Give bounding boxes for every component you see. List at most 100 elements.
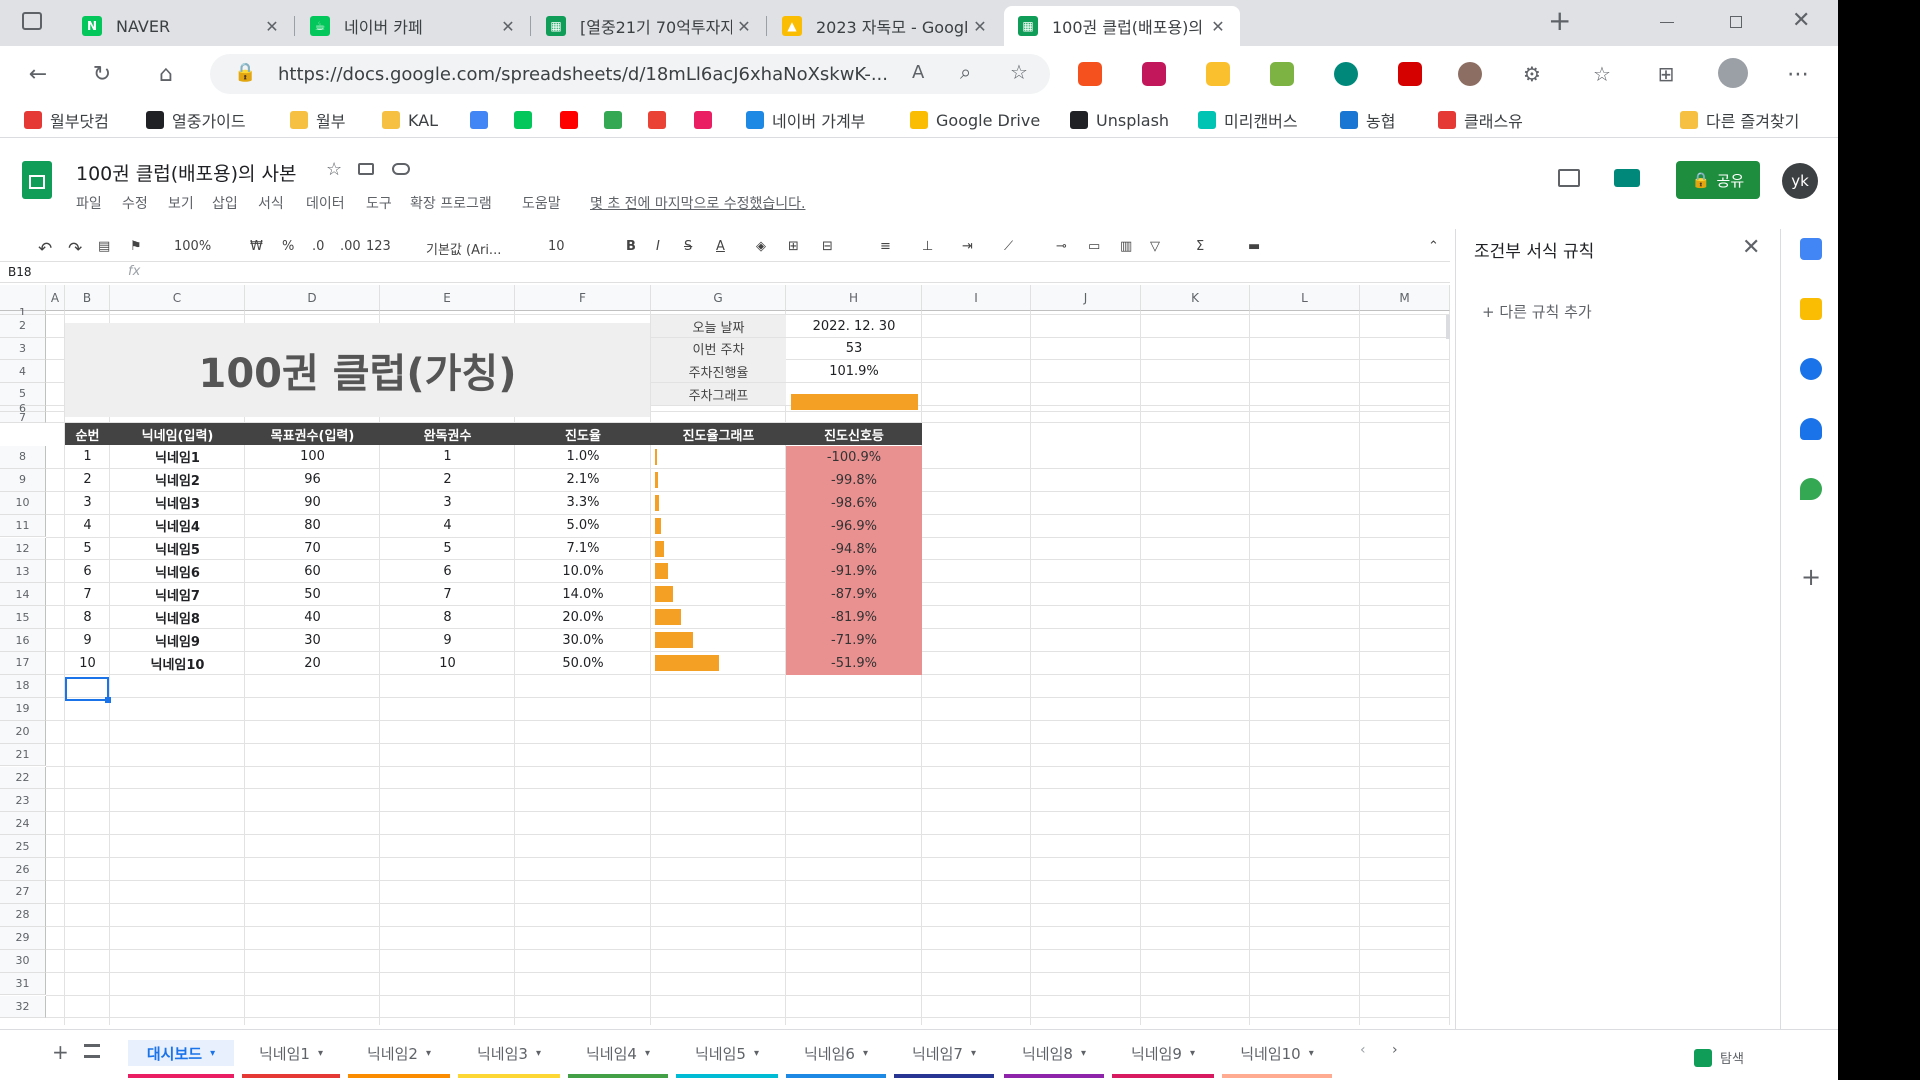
row-header[interactable]: 2 (0, 315, 46, 338)
signal-cell[interactable]: -100.9% (786, 445, 922, 469)
close-icon[interactable]: ✕ (1742, 235, 1760, 260)
tab-dropdown-icon[interactable]: ▾ (210, 1048, 215, 1059)
table-cell[interactable]: 14.0% (515, 583, 651, 605)
table-cell[interactable]: 20.0% (515, 606, 651, 628)
tab-close-icon[interactable]: ✕ (1206, 17, 1230, 36)
signal-cell[interactable]: -96.9% (786, 514, 922, 538)
table-cell[interactable]: 10 (380, 652, 515, 674)
column-header[interactable]: A (46, 285, 65, 311)
back-icon[interactable]: ← (22, 58, 54, 90)
signal-cell[interactable]: -94.8% (786, 537, 922, 561)
explore-button[interactable]: 탐색 (1694, 1048, 1744, 1067)
sheet-tab[interactable]: 닉네임10 ▾ (1222, 1040, 1332, 1078)
table-cell[interactable]: 3 (65, 492, 110, 514)
table-cell[interactable]: 10 (65, 652, 110, 674)
table-cell[interactable]: 90 (245, 492, 380, 514)
tab-dropdown-icon[interactable]: ▾ (1081, 1048, 1086, 1059)
align-icon[interactable]: ≡ (880, 239, 891, 254)
number-format[interactable]: 123 (366, 239, 391, 254)
valign-icon[interactable]: ⊥ (922, 239, 933, 254)
table-cell[interactable]: 닉네임3 (110, 492, 245, 514)
account-avatar[interactable]: yk (1782, 163, 1818, 199)
table-cell[interactable]: 8 (65, 606, 110, 628)
zoom-icon[interactable]: ⌕ (960, 60, 971, 84)
favorite-star-icon[interactable]: ☆ (1010, 60, 1028, 84)
column-header[interactable]: I (922, 285, 1031, 311)
spreadsheet-grid[interactable]: ABCDEFGHIJKLM 1 2 3 4 5 6 7 8 9 10 11 12 13 14 15 16 17 1… (0, 285, 1450, 1025)
row-header[interactable]: 4 (0, 360, 46, 384)
chart-icon[interactable]: ▥ (1120, 239, 1132, 254)
signal-cell[interactable]: -87.9% (786, 583, 922, 607)
table-cell[interactable]: 닉네임7 (110, 583, 245, 605)
sheet-tab[interactable]: 닉네임6 ▾ (786, 1040, 886, 1078)
maps-icon[interactable] (1800, 478, 1822, 500)
table-cell[interactable]: 7 (380, 583, 515, 605)
table-cell[interactable]: 20 (245, 652, 380, 674)
add-sheet-icon[interactable]: + (52, 1040, 69, 1064)
fill-handle[interactable] (105, 697, 111, 703)
table-cell[interactable]: 4 (65, 515, 110, 537)
maximize-button[interactable] (1730, 16, 1742, 28)
row-header[interactable]: 8 (0, 445, 46, 469)
signal-cell[interactable]: -98.6% (786, 491, 922, 515)
row-header[interactable]: 19 (0, 697, 46, 721)
row-header[interactable]: 11 (0, 514, 46, 538)
table-cell[interactable]: 닉네임4 (110, 515, 245, 537)
borders-icon[interactable]: ⊞ (788, 239, 799, 254)
menu-item[interactable]: 확장 프로그램 (410, 193, 492, 213)
table-cell[interactable]: 7 (65, 583, 110, 605)
vertical-scrollbar[interactable] (1446, 315, 1450, 339)
sheet-title-cell[interactable]: 100권 클럽(가칭) (65, 323, 650, 417)
table-cell[interactable]: 1 (380, 446, 515, 468)
tab-close-icon[interactable]: ✕ (732, 17, 756, 36)
tab-dropdown-icon[interactable]: ▾ (863, 1048, 868, 1059)
bookmark-item[interactable]: KAL (382, 108, 438, 132)
sheet-tab[interactable]: 닉네임7 ▾ (894, 1040, 994, 1078)
bookmark-item[interactable]: 월부닷컴 (24, 108, 109, 132)
fill-color-icon[interactable]: ◈ (756, 239, 766, 254)
all-sheets-icon[interactable] (84, 1044, 100, 1058)
table-cell[interactable]: 4 (380, 515, 515, 537)
merge-icon[interactable]: ⊟ (822, 239, 833, 254)
share-button[interactable]: 🔒 공유 (1676, 161, 1760, 199)
table-cell[interactable]: 50.0% (515, 652, 651, 674)
signal-cell[interactable]: -71.9% (786, 629, 922, 653)
row-header[interactable]: 29 (0, 926, 46, 950)
menu-item[interactable]: 서식 (258, 193, 284, 213)
row-header[interactable]: 15 (0, 606, 46, 630)
table-cell[interactable]: 10.0% (515, 560, 651, 582)
bookmark-item[interactable] (604, 108, 630, 132)
sheet-tab[interactable]: 닉네임1 ▾ (242, 1040, 340, 1078)
table-cell[interactable]: 96 (245, 469, 380, 491)
table-cell[interactable]: 1 (65, 446, 110, 468)
table-cell[interactable]: 6 (380, 560, 515, 582)
table-cell[interactable]: 3.3% (515, 492, 651, 514)
row-header[interactable]: 25 (0, 835, 46, 859)
selected-cell[interactable] (65, 677, 109, 701)
browser-tab[interactable]: ▦ [열중21기 70억투자자까지✕ (532, 6, 766, 46)
row-header[interactable]: 20 (0, 720, 46, 744)
extension-icon-7[interactable] (1458, 62, 1482, 86)
table-cell[interactable]: 닉네임10 (110, 652, 245, 674)
extension-icon-5[interactable] (1334, 62, 1358, 86)
row-header[interactable]: 22 (0, 766, 46, 790)
table-cell[interactable]: 닉네임1 (110, 446, 245, 468)
browser-tab[interactable]: N NAVER ✕ (68, 6, 294, 46)
minimize-button[interactable] (1660, 22, 1674, 23)
table-cell[interactable]: 80 (245, 515, 380, 537)
bookmark-item[interactable]: 월부 (290, 108, 345, 132)
column-header[interactable]: M (1360, 285, 1450, 311)
table-cell[interactable]: 5 (380, 538, 515, 560)
add-rule-button[interactable]: + 다른 규칙 추가 (1482, 301, 1592, 322)
menu-item[interactable]: 삽입 (212, 193, 238, 213)
collections-icon[interactable]: ⊞ (1650, 58, 1682, 90)
browser-tab[interactable]: ▲ 2023 자독모 - Google Dri✕ (768, 6, 1002, 46)
new-tab-button[interactable]: + (1548, 4, 1571, 37)
tab-close-icon[interactable]: ✕ (968, 17, 992, 36)
last-edit-link[interactable]: 몇 초 전에 마지막으로 수정했습니다. (590, 193, 805, 213)
table-cell[interactable]: 닉네임2 (110, 469, 245, 491)
extension-icon-6[interactable] (1398, 62, 1422, 86)
link-icon[interactable]: ⊸ (1056, 239, 1067, 254)
other-bookmarks[interactable]: 다른 즐겨찾기 (1680, 108, 1799, 132)
tab-close-icon[interactable]: ✕ (260, 17, 284, 36)
